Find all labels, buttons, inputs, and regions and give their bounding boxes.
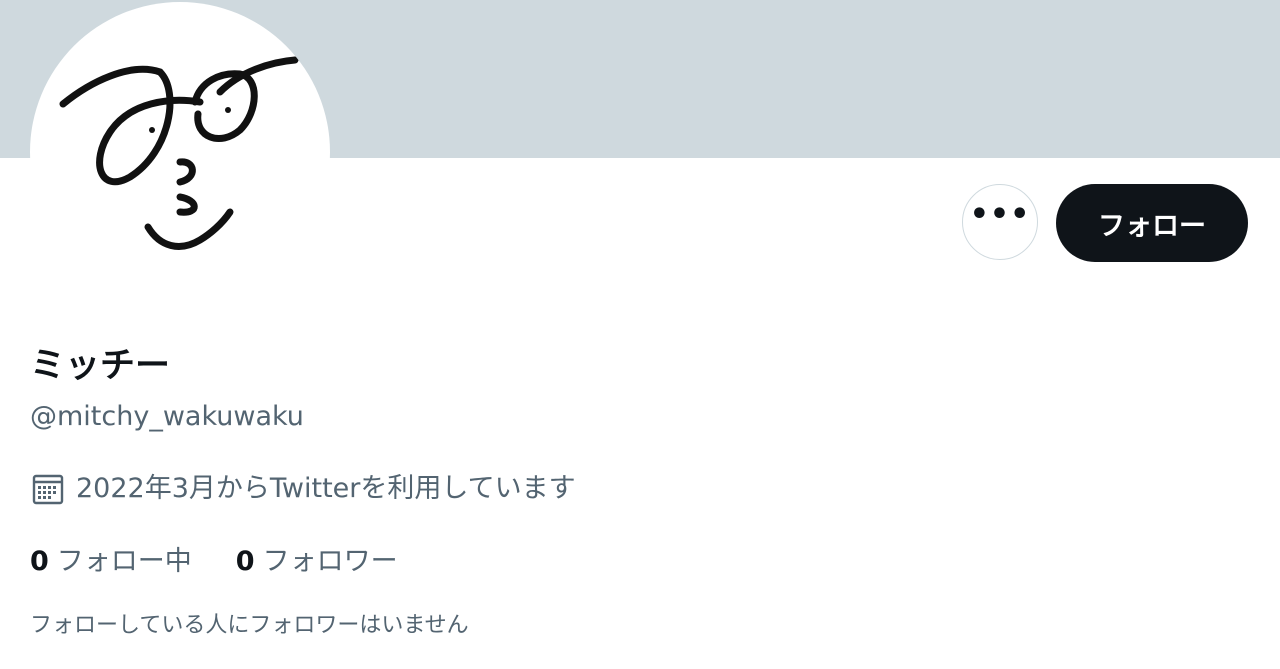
following-link[interactable]: 0 フォロー中 — [30, 544, 192, 580]
display-name: ミッチー — [30, 346, 171, 386]
calendar-icon — [32, 474, 64, 505]
followers-link[interactable]: 0 フォロワー — [236, 544, 398, 580]
following-count: 0 — [30, 546, 49, 577]
mutual-followers-note: フォローしている人にフォロワーはいません — [30, 613, 469, 638]
joined-text: 2022年3月からTwitterを利用しています — [76, 473, 576, 504]
hand-drawn-face-icon — [59, 56, 299, 250]
more-dots-icon: ••• — [969, 197, 1031, 232]
joined-date: 2022年3月からTwitterを利用しています — [30, 469, 576, 509]
follow-stats: 0 フォロー中 0 フォロワー — [30, 544, 398, 580]
more-options-button[interactable]: ••• — [962, 184, 1038, 260]
user-handle: @mitchy_wakuwaku — [30, 401, 304, 432]
followers-label: フォロワー — [262, 546, 398, 577]
profile-avatar[interactable] — [30, 2, 330, 302]
follow-button[interactable]: フォロー — [1056, 184, 1248, 262]
followers-count: 0 — [235, 546, 255, 577]
following-label: フォロー中 — [56, 546, 192, 577]
